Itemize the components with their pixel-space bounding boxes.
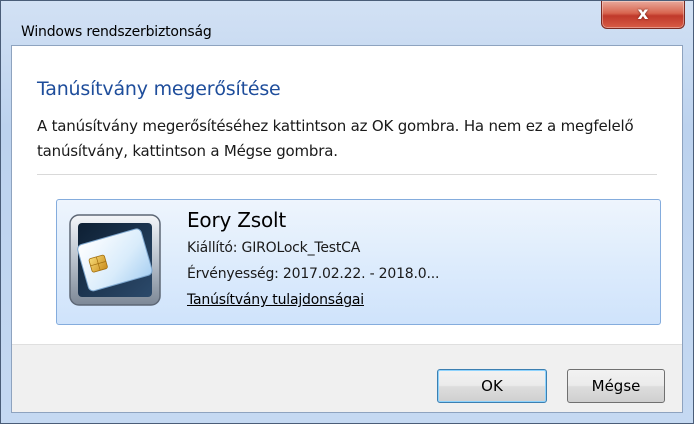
security-dialog-window: Windows rendszerbiztonság x Tanúsítvány … xyxy=(0,0,694,424)
ok-button[interactable]: OK xyxy=(437,369,547,403)
dialog-content: Tanúsítvány megerősítése A tanúsítvány m… xyxy=(12,46,682,344)
smart-card-icon xyxy=(69,214,161,306)
button-bar: OK Mégse xyxy=(12,344,682,412)
cancel-button[interactable]: Mégse xyxy=(567,369,665,403)
dialog-client-area: Tanúsítvány megerősítése A tanúsítvány m… xyxy=(11,45,683,413)
separator xyxy=(37,174,657,175)
window-title: Windows rendszerbiztonság xyxy=(21,24,212,40)
close-button[interactable]: x xyxy=(601,1,685,29)
certificate-validity: Érvényesség: 2017.02.22. - 2018.0... xyxy=(187,266,440,282)
dialog-heading: Tanúsítvány megerősítése xyxy=(37,78,281,100)
certificate-properties-link[interactable]: Tanúsítvány tulajdonságai xyxy=(187,292,364,308)
certificate-tile[interactable]: Eory Zsolt Kiállító: GIROLock_TestCA Érv… xyxy=(56,199,661,325)
title-bar[interactable]: Windows rendszerbiztonság x xyxy=(1,1,693,45)
dialog-description: A tanúsítvány megerősítéséhez kattintson… xyxy=(37,117,634,160)
certificate-issuer: Kiállító: GIROLock_TestCA xyxy=(187,240,361,256)
close-icon: x xyxy=(637,4,649,24)
certificate-name: Eory Zsolt xyxy=(187,208,287,232)
